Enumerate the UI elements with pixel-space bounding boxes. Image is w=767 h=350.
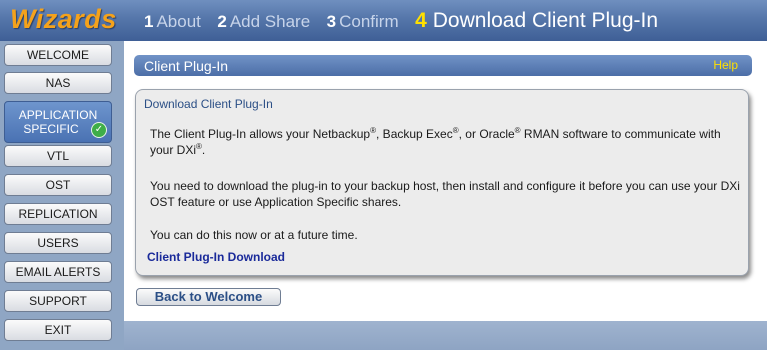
back-to-welcome-button[interactable]: Back to Welcome	[136, 288, 281, 306]
header-bar: Wizards 1 About 2 Add Share 3 Confirm 4 Down…	[0, 0, 767, 41]
step-indicator: 1 About 2 Add Share 3 Confirm 4 Download Cli…	[144, 9, 670, 33]
description-paragraph: The Client Plug-In allows your Netbackup…	[150, 126, 721, 158]
sidebar-item-welcome[interactable]: WELCOME	[4, 44, 112, 66]
instructions-paragraph: You need to download the plug-in to your…	[150, 179, 740, 209]
step-about: 1 About	[144, 12, 201, 31]
sidebar-item-label-line1: APPLICATION	[18, 108, 98, 122]
info-panel: Download Client Plug-In The Client Plug-…	[135, 89, 749, 276]
section-title: Client Plug-In	[144, 58, 229, 74]
sidebar: WELCOME NAS APPLICATION SPECIFIC ✓ VTL O…	[0, 41, 120, 350]
step-add-share: 2 Add Share	[217, 12, 311, 31]
sidebar-item-vtl[interactable]: VTL	[4, 145, 112, 167]
sidebar-item-users[interactable]: USERS	[4, 232, 112, 254]
timing-paragraph: You can do this now or at a future time.	[150, 228, 358, 242]
sidebar-item-exit[interactable]: EXIT	[4, 319, 112, 341]
panel-heading: Download Client Plug-In	[144, 97, 273, 111]
wizards-title: Wizards	[10, 4, 117, 34]
sidebar-item-application-specific[interactable]: APPLICATION SPECIFIC ✓	[4, 101, 112, 143]
sidebar-item-support[interactable]: SUPPORT	[4, 290, 112, 312]
sidebar-item-replication[interactable]: REPLICATION	[4, 203, 112, 225]
checkmark-icon: ✓	[91, 122, 107, 138]
section-title-bar: Client Plug-In Help	[134, 55, 752, 76]
main-content: Client Plug-In Help Download Client Plug…	[124, 41, 767, 321]
sidebar-item-nas[interactable]: NAS	[4, 72, 112, 94]
client-plug-in-download-link[interactable]: Client Plug-In Download	[147, 250, 285, 264]
sidebar-item-label-line2: SPECIFIC	[23, 122, 79, 136]
footer-bar	[124, 321, 767, 350]
sidebar-item-ost[interactable]: OST	[4, 174, 112, 196]
step-confirm: 3 Confirm	[326, 12, 399, 31]
sidebar-item-email-alerts[interactable]: EMAIL ALERTS	[4, 261, 112, 283]
help-link[interactable]: Help	[713, 58, 738, 72]
step-download-client-plug-in: 4 Download Client Plug-In	[415, 9, 659, 32]
